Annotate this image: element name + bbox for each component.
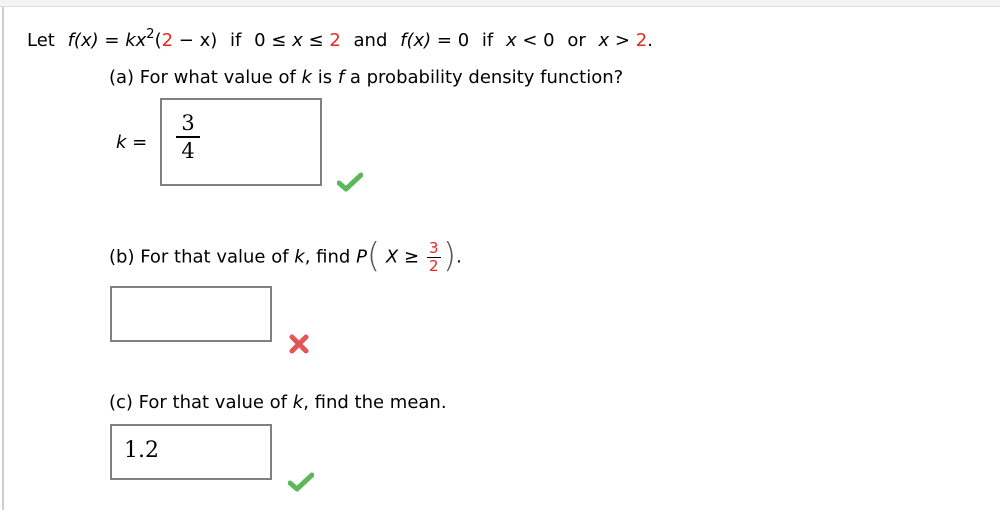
k-symbol: k (294, 246, 305, 268)
period: . (456, 246, 462, 268)
answer-value: 1.2 (124, 438, 159, 463)
zero: 0 (254, 30, 266, 51)
k-symbol: k (116, 132, 127, 153)
period: . (647, 30, 653, 51)
fx-symbol: f(x) (67, 30, 99, 51)
threshold-fraction: 3 2 (426, 239, 441, 275)
part-a-answer-input[interactable]: 3 4 (160, 98, 322, 186)
x-symbol: x (135, 30, 147, 51)
le-symbol: ≤ (308, 30, 324, 51)
k-symbol: k (125, 30, 136, 51)
and-word: and (353, 30, 388, 51)
fraction-answer: 3 4 (176, 112, 200, 162)
open-paren: ( (154, 30, 162, 51)
gt-symbol: > (614, 30, 630, 51)
x-mark-icon (289, 334, 309, 354)
lt-zero: < 0 (522, 30, 555, 51)
equals: = (132, 132, 148, 153)
close-paren: ) (442, 235, 457, 276)
minus-x: − x) (178, 30, 218, 51)
exponent: 2 (146, 27, 155, 42)
le-symbol: ≤ (271, 30, 287, 51)
question-text: is (311, 67, 338, 88)
k-symbol: k (301, 67, 312, 88)
left-frame-border (2, 7, 4, 510)
part-c-answer-input[interactable]: 1.2 (110, 424, 272, 480)
problem-statement: Let f(x) = kx2(2 − x) if 0 ≤ x ≤ 2 and f… (27, 24, 653, 52)
question-text: (a) For what value of (109, 67, 302, 88)
x-symbol: x (505, 30, 517, 51)
fx-symbol: f(x) (400, 30, 432, 51)
k-symbol: k (292, 392, 304, 413)
let-word: Let (27, 30, 55, 51)
x-symbol: x (598, 30, 610, 51)
question-text: , find (304, 246, 357, 268)
probability-symbol: P (356, 246, 367, 268)
x-symbol: x (292, 30, 303, 51)
ge-symbol: ≥ (404, 246, 420, 268)
question-text: (b) For that value of (109, 246, 295, 268)
check-mark-icon (288, 472, 314, 492)
question-text: (c) For that value of (109, 392, 293, 413)
equals-zero: = 0 (436, 30, 470, 51)
if-word: if (481, 30, 494, 51)
k-label: k = (116, 132, 147, 154)
open-paren: ( (366, 235, 381, 276)
question-text: a probability density function? (344, 67, 624, 88)
or-word: or (567, 30, 586, 51)
part-b-answer-input[interactable] (110, 286, 272, 342)
numerator: 3 (429, 239, 439, 257)
denominator: 2 (429, 257, 439, 275)
numerator: 3 (181, 111, 195, 135)
check-mark-icon (337, 172, 363, 192)
if-word: if (230, 30, 242, 51)
upper-bound-value: 2 (329, 30, 341, 51)
top-frame-bar (0, 0, 1000, 7)
question-text: , find the mean. (303, 392, 447, 413)
equals: = (104, 30, 120, 51)
upper-bound-value: 2 (161, 30, 174, 51)
upper-bound-value: 2 (635, 30, 648, 51)
part-c-question: (c) For that value of k, find the mean. (109, 392, 447, 414)
denominator: 4 (181, 139, 195, 163)
part-b-question: (b) For that value of k, find P( X ≥ 3 2… (109, 239, 462, 275)
fraction-bar (176, 136, 200, 138)
random-variable-x: X (385, 246, 399, 268)
part-a-question: (a) For what value of k is f a probabili… (109, 67, 623, 89)
